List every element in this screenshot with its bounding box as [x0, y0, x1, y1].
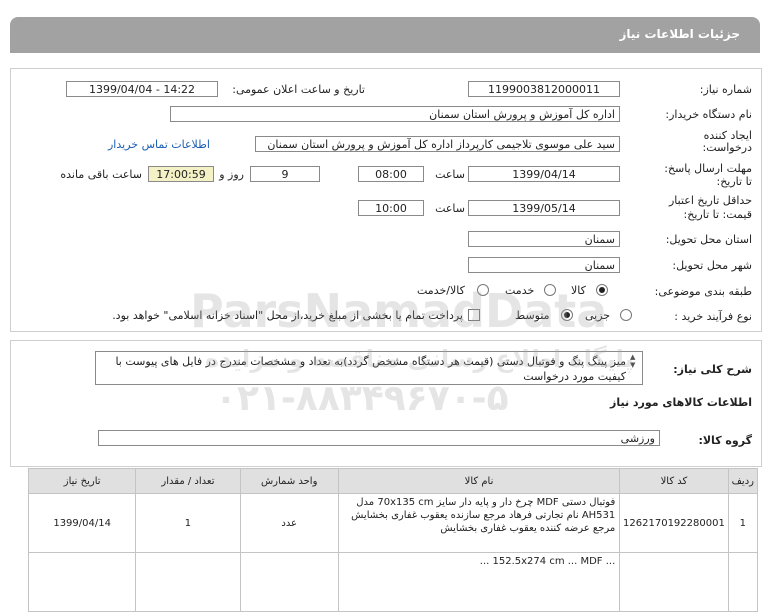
cell-name: ... 152.5x274 cm ... MDF ... [337, 552, 621, 612]
col-code: کد کالا [619, 468, 729, 494]
buyer-field: اداره کل آموزش و پرورش استان سمنان [170, 106, 620, 122]
cell-index [727, 552, 759, 612]
description-label: شرح کلی نیاز: [673, 363, 752, 376]
remaining-label: ساعت باقی مانده [60, 168, 142, 181]
cell-unit [239, 552, 339, 612]
category-service-radio[interactable] [544, 284, 556, 296]
deadline-time-label: ساعت [435, 168, 465, 181]
category-both-label: کالا/خدمت [417, 284, 465, 297]
category-service-label: خدمت [505, 284, 535, 297]
validity-time-field: 10:00 [358, 200, 424, 216]
col-unit: واحد شمارش [239, 468, 339, 494]
category-goods-label: کالا [571, 284, 586, 297]
days-field: 9 [250, 166, 320, 182]
scroll-arrows-icon[interactable]: ▲ ▼ [630, 353, 635, 369]
col-index: ردیف [727, 468, 759, 494]
category-goods-radio[interactable] [596, 284, 608, 296]
deadline-time-field: 08:00 [358, 166, 424, 182]
process-minor-label: جزیی [585, 309, 611, 322]
province-field: سمنان [468, 231, 620, 247]
cell-code: 1262170192280001 [619, 493, 729, 553]
deadline-label-2: تا تاریخ: [716, 175, 752, 188]
process-medium-label: متوسط [515, 309, 550, 322]
payment-note: پرداخت تمام یا بخشی از مبلغ خرید،از محل … [112, 309, 463, 322]
need-number-field: 1199003812000011 [468, 81, 620, 97]
goods-info-title: اطلاعات کالاهای مورد نیاز [610, 396, 752, 409]
deadline-label-1: مهلت ارسال پاسخ: [664, 162, 752, 175]
description-textarea[interactable]: میز پینگ پنگ و فوتبال دستی (قیمت هر دستگ… [95, 351, 643, 385]
description-text: میز پینگ پنگ و فوتبال دستی (قیمت هر دستگ… [115, 355, 626, 383]
province-label: استان محل تحویل: [665, 233, 752, 246]
cell-date [27, 552, 137, 612]
col-qty: تعداد / مقدار [135, 468, 241, 494]
contact-buyer-link[interactable]: اطلاعات تماس خریدار [108, 138, 210, 151]
cell-qty: 1 [135, 493, 241, 553]
validity-date-field: 1399/05/14 [468, 200, 620, 216]
items-table: تاریخ نیاز تعداد / مقدار واحد شمارش نام … [27, 468, 759, 612]
creator-field: سید علی موسوی تلاجیمی کارپرداز اداره کل … [255, 136, 620, 152]
remaining-time-field: 17:00:59 [148, 166, 214, 182]
announce-field: 1399/04/04 - 14:22 [66, 81, 218, 97]
header-bar: جزئیات اطلاعات نیاز [10, 17, 760, 53]
cell-index: 1 [727, 493, 759, 553]
goods-group-label: گروه کالا: [698, 434, 752, 447]
buyer-label: نام دستگاه خریدار: [665, 108, 752, 121]
need-number-label: شماره نیاز: [699, 83, 752, 96]
goods-group-field: ورزشی [98, 430, 660, 446]
col-name: نام کالا [337, 468, 621, 494]
cell-code [619, 552, 729, 612]
cell-date: 1399/04/14 [27, 493, 137, 553]
announce-label: تاریخ و ساعت اعلان عمومی: [232, 83, 365, 96]
category-both-radio[interactable] [477, 284, 489, 296]
city-label: شهر محل تحویل: [672, 259, 752, 272]
cell-qty [135, 552, 241, 612]
process-label: نوع فرآیند خرید : [674, 310, 752, 323]
validity-time-label: ساعت [435, 202, 465, 215]
creator-label-2: درخواست: [702, 141, 752, 154]
table-row: ... 152.5x274 cm ... MDF ... [27, 552, 759, 612]
city-field: سمنان [468, 257, 620, 273]
deadline-date-field: 1399/04/14 [468, 166, 620, 182]
table-row: 1399/04/14 1 عدد فوتبال دستی MDF چرخ دار… [27, 493, 759, 553]
process-medium-radio[interactable] [561, 309, 573, 321]
treasury-checkbox[interactable] [468, 309, 480, 321]
cell-name: فوتبال دستی MDF چرخ دار و پایه دار سایز … [337, 493, 621, 553]
cell-unit: عدد [239, 493, 339, 553]
page-title: جزئیات اطلاعات نیاز [619, 27, 740, 41]
category-label: طبقه بندی موضوعی: [654, 285, 752, 298]
process-minor-radio[interactable] [620, 309, 632, 321]
validity-label-2: قیمت: تا تاریخ: [683, 208, 752, 221]
validity-label-1: حداقل تاریخ اعتبار [668, 194, 752, 207]
days-label: روز و [219, 168, 244, 181]
table-header-row: تاریخ نیاز تعداد / مقدار واحد شمارش نام … [27, 468, 759, 494]
col-date: تاریخ نیاز [27, 468, 137, 494]
